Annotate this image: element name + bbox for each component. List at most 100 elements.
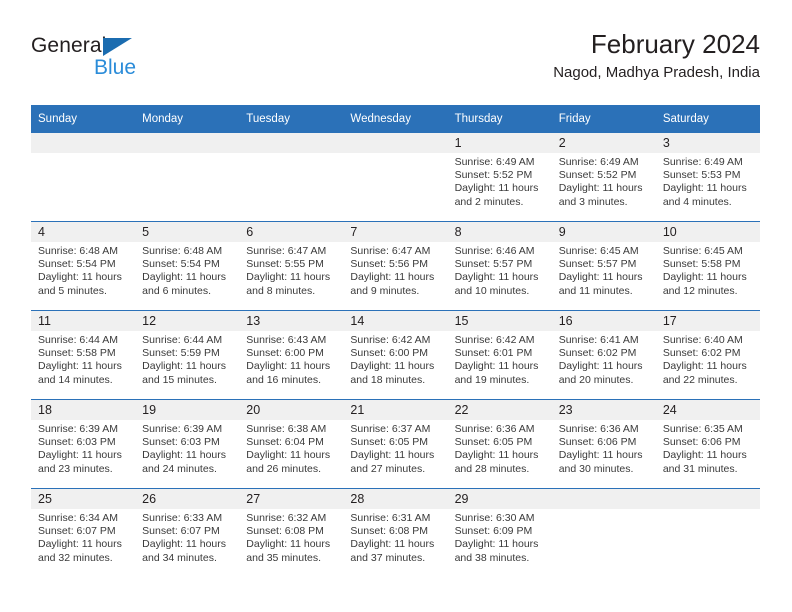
day-number [239,133,344,153]
calendar-day-cell[interactable]: 22 Sunrise: 6:36 AM Sunset: 6:05 PM Dayligh… [447,399,552,489]
sunrise-text: Sunrise: 6:38 AM [246,423,327,435]
sunset-text: Sunset: 5:54 PM [142,258,220,271]
sunset-text: Sunset: 5:57 PM [558,258,637,271]
brand-logo[interactable]: General Blue [31,34,231,90]
sunrise-text: Sunrise: 6:35 AM [662,423,743,435]
calendar-day-cell[interactable]: 13 Sunrise: 6:43 AM Sunset: 6:00 PM Dayligh… [239,310,344,400]
day-cell-inner [31,133,136,221]
day-number [551,489,656,509]
calendar-week-row: 18 Sunrise: 6:39 AM Sunset: 6:03 PM Dayligh… [31,399,760,489]
sunset-text: Sunset: 6:07 PM [142,525,220,538]
day-number: 11 [31,311,136,331]
day-cell-inner: 28 Sunrise: 6:31 AM Sunset: 6:08 PM Dayligh… [343,489,448,577]
calendar-day-cell[interactable]: 25 Sunrise: 6:34 AM Sunset: 6:07 PM Dayligh… [31,488,136,577]
day-number: 6 [239,222,344,242]
daylight-text-line1: Daylight: 11 hours [662,182,747,195]
sunset-text: Sunset: 5:55 PM [246,258,324,271]
brand-name-general: General [31,34,107,57]
calendar-day-cell[interactable]: 18 Sunrise: 6:39 AM Sunset: 6:03 PM Dayligh… [31,399,136,489]
day-number: 9 [551,222,656,242]
sunset-text: Sunset: 5:58 PM [662,258,741,271]
page-subtitle: Nagod, Madhya Pradesh, India [553,64,760,81]
daylight-text-line1: Daylight: 11 hours [142,449,226,462]
daylight-text-line2: and 28 minutes. [454,462,530,475]
calendar-day-cell[interactable]: 7 Sunrise: 6:47 AM Sunset: 5:56 PM Daylight… [343,221,448,311]
day-cell-inner: 25 Sunrise: 6:34 AM Sunset: 6:07 PM Dayligh… [31,489,136,577]
day-number: 22 [447,400,552,420]
day-details: Sunrise: 6:49 AM Sunset: 5:52 PM Daylight:… [552,153,656,209]
calendar-day-cell[interactable]: 14 Sunrise: 6:42 AM Sunset: 6:00 PM Dayligh… [343,310,448,400]
calendar-cell-empty [343,133,448,222]
weekday-header: Sunday Monday Tuesday Wednesday Thursday Frid… [31,105,760,133]
daylight-text-line1: Daylight: 11 hours [454,360,539,373]
day-details: Sunrise: 6:34 AM Sunset: 6:07 PM Daylight:… [31,509,135,565]
calendar-day-cell[interactable]: 12 Sunrise: 6:44 AM Sunset: 5:59 PM Dayligh… [135,310,240,400]
daylight-text-line2: and 20 minutes. [558,373,634,386]
sunset-text: Sunset: 6:01 PM [454,347,533,360]
calendar-day-cell[interactable]: 26 Sunrise: 6:33 AM Sunset: 6:07 PM Dayligh… [135,488,240,577]
daylight-text-line2: and 27 minutes. [350,462,426,475]
calendar-day-cell[interactable]: 19 Sunrise: 6:39 AM Sunset: 6:03 PM Dayligh… [135,399,240,489]
sunset-text: Sunset: 5:54 PM [38,258,116,271]
calendar-day-cell[interactable]: 4 Sunrise: 6:48 AM Sunset: 5:54 PM Daylight… [31,221,136,311]
calendar-day-cell[interactable]: 17 Sunrise: 6:40 AM Sunset: 6:02 PM Dayligh… [655,310,760,400]
day-cell-inner: 20 Sunrise: 6:38 AM Sunset: 6:04 PM Dayligh… [239,400,344,488]
sunrise-text: Sunrise: 6:47 AM [246,245,327,257]
daylight-text-line2: and 19 minutes. [454,373,530,386]
calendar-day-cell[interactable]: 28 Sunrise: 6:31 AM Sunset: 6:08 PM Dayligh… [343,488,448,577]
day-details: Sunrise: 6:49 AM Sunset: 5:52 PM Daylight:… [448,153,552,209]
day-number: 14 [343,311,448,331]
sunrise-text: Sunrise: 6:45 AM [662,245,743,257]
day-cell-inner: 3 Sunrise: 6:49 AM Sunset: 5:53 PM Daylight… [655,133,760,221]
calendar-day-cell[interactable]: 3 Sunrise: 6:49 AM Sunset: 5:53 PM Daylight… [655,133,760,222]
calendar-day-cell[interactable]: 9 Sunrise: 6:45 AM Sunset: 5:57 PM Daylight… [551,221,656,311]
calendar-day-cell[interactable]: 8 Sunrise: 6:46 AM Sunset: 5:57 PM Daylight… [447,221,552,311]
daylight-text-line1: Daylight: 11 hours [558,360,643,373]
daylight-text-line2: and 37 minutes. [350,551,426,564]
calendar-week-row: 4 Sunrise: 6:48 AM Sunset: 5:54 PM Daylight… [31,221,760,311]
day-details: Sunrise: 6:42 AM Sunset: 6:01 PM Daylight:… [448,331,552,387]
day-cell-inner: 17 Sunrise: 6:40 AM Sunset: 6:02 PM Dayligh… [655,311,760,399]
calendar-day-cell[interactable]: 5 Sunrise: 6:48 AM Sunset: 5:54 PM Daylight… [135,221,240,311]
sunrise-text: Sunrise: 6:41 AM [558,334,639,346]
sunrise-text: Sunrise: 6:49 AM [454,156,535,168]
calendar-day-cell[interactable]: 24 Sunrise: 6:35 AM Sunset: 6:06 PM Dayligh… [655,399,760,489]
sunset-text: Sunset: 5:56 PM [350,258,429,271]
calendar-day-cell[interactable]: 10 Sunrise: 6:45 AM Sunset: 5:58 PM Dayligh… [655,221,760,311]
calendar-header-row: Sunday Monday Tuesday Wednesday Thursday Frid… [31,105,760,133]
sunrise-text: Sunrise: 6:48 AM [142,245,223,257]
calendar-day-cell[interactable]: 15 Sunrise: 6:42 AM Sunset: 6:01 PM Dayligh… [447,310,552,400]
day-details: Sunrise: 6:39 AM Sunset: 6:03 PM Daylight:… [135,420,239,476]
day-number: 21 [343,400,448,420]
day-cell-inner: 8 Sunrise: 6:46 AM Sunset: 5:57 PM Daylight… [447,222,552,310]
daylight-text-line1: Daylight: 11 hours [350,449,435,462]
daylight-text-line2: and 10 minutes. [454,284,530,297]
day-number: 19 [135,400,240,420]
day-number: 29 [447,489,552,509]
weekday-header-thursday: Thursday [447,105,552,133]
day-cell-inner: 4 Sunrise: 6:48 AM Sunset: 5:54 PM Daylight… [31,222,136,310]
sunset-text: Sunset: 6:03 PM [142,436,220,449]
sunrise-text: Sunrise: 6:48 AM [38,245,118,257]
calendar-day-cell[interactable]: 11 Sunrise: 6:44 AM Sunset: 5:58 PM Dayligh… [31,310,136,400]
daylight-text-line1: Daylight: 11 hours [662,360,747,373]
calendar-day-cell[interactable]: 2 Sunrise: 6:49 AM Sunset: 5:52 PM Daylight… [551,133,656,222]
calendar-day-cell[interactable]: 27 Sunrise: 6:32 AM Sunset: 6:08 PM Dayligh… [239,488,344,577]
daylight-text-line1: Daylight: 11 hours [454,449,539,462]
day-number: 13 [239,311,344,331]
calendar-day-cell[interactable]: 16 Sunrise: 6:41 AM Sunset: 6:02 PM Dayligh… [551,310,656,400]
daylight-text-line1: Daylight: 11 hours [142,271,226,284]
calendar-day-cell[interactable]: 23 Sunrise: 6:36 AM Sunset: 6:06 PM Dayligh… [551,399,656,489]
day-number: 18 [31,400,136,420]
day-cell-inner: 21 Sunrise: 6:37 AM Sunset: 6:05 PM Dayligh… [343,400,448,488]
daylight-text-line2: and 6 minutes. [142,284,212,297]
sunset-text: Sunset: 5:58 PM [38,347,116,360]
day-number: 26 [135,489,240,509]
daylight-text-line1: Daylight: 11 hours [38,360,122,373]
calendar-day-cell[interactable]: 1 Sunrise: 6:49 AM Sunset: 5:52 PM Daylight… [447,133,552,222]
calendar-day-cell[interactable]: 20 Sunrise: 6:38 AM Sunset: 6:04 PM Dayligh… [239,399,344,489]
calendar-day-cell[interactable]: 29 Sunrise: 6:30 AM Sunset: 6:09 PM Dayligh… [447,488,552,577]
calendar-day-cell[interactable]: 6 Sunrise: 6:47 AM Sunset: 5:55 PM Daylight… [239,221,344,311]
day-number: 12 [135,311,240,331]
calendar-day-cell[interactable]: 21 Sunrise: 6:37 AM Sunset: 6:05 PM Dayligh… [343,399,448,489]
